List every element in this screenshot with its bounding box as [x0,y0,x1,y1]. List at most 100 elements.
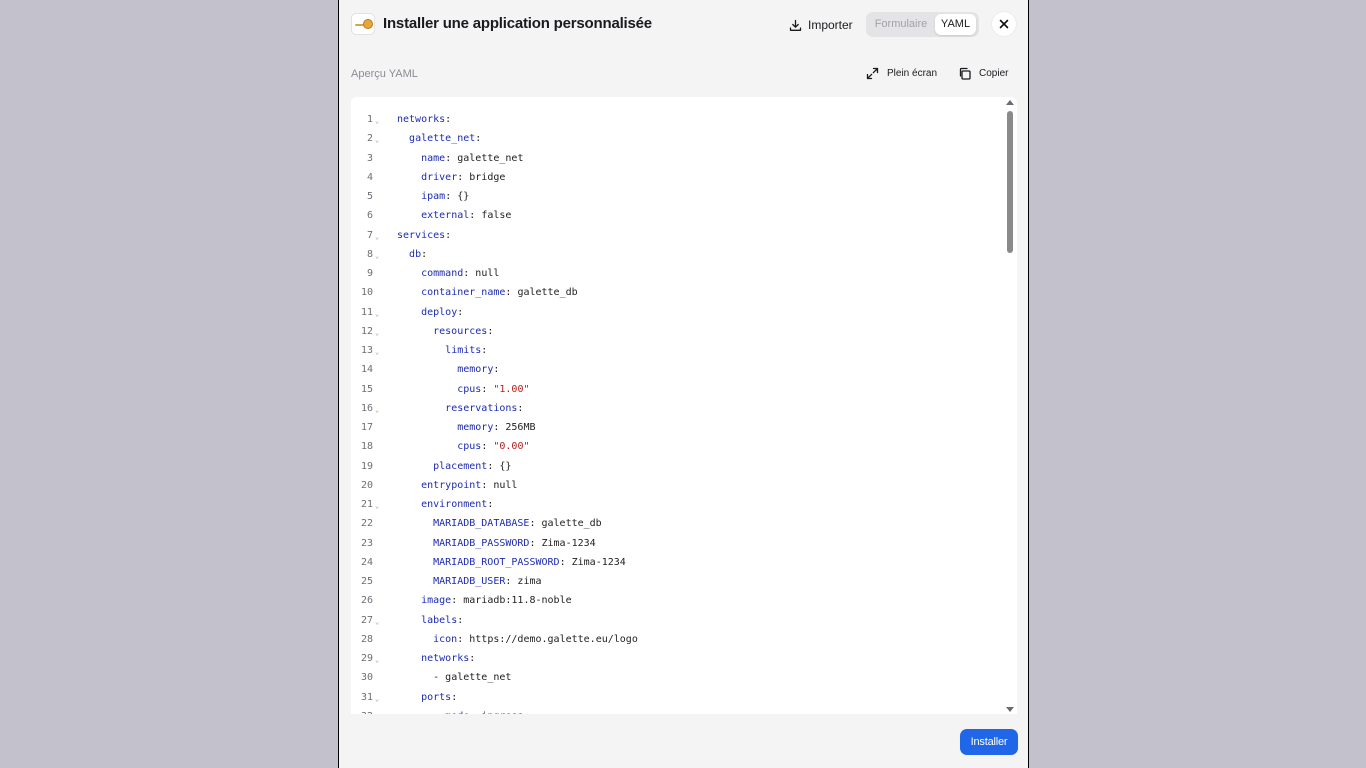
yaml-key: MARIADB_PASSWORD [433,537,530,549]
yaml-separator: : [451,595,464,607]
code-text: cpus: "0.00" [397,437,529,456]
yaml-value: https://demo.galette.eu/logo [469,633,638,645]
fold-chevron-icon[interactable]: ⌄ [375,651,379,670]
line-number: 24 [360,556,373,568]
import-button[interactable]: Importer [789,14,853,36]
fold-chevron-icon[interactable]: ⌄ [375,497,379,516]
code-text: entrypoint: null [397,476,517,495]
line-number: 26 [360,595,373,607]
code-text: memory: 256MB [397,418,535,437]
install-button[interactable]: Installer [960,729,1018,755]
code-text: ports: [397,688,457,707]
yaml-key: MARIADB_DATABASE [433,518,530,530]
yaml-separator: : [505,576,518,587]
code-text: deploy: [397,303,463,322]
yaml-editor[interactable]: 1 ⌄ networks: 2 ⌄ galette_net: 3 name: galett… [351,97,1017,714]
yaml-key: services [397,229,446,241]
yaml-key: networks [397,114,446,125]
fold-chevron-icon[interactable]: ⌄ [375,401,379,420]
yaml-key: container_name [421,287,506,299]
code-text: resources: [397,322,493,341]
yaml-separator: : [469,653,476,664]
scrollbar-thumb[interactable] [1007,111,1013,253]
yaml-key: icon [433,633,458,645]
yaml-separator: : [457,306,464,318]
code-text: icon: https://demo.galette.eu/logo [397,630,638,649]
yaml-separator: : [529,518,542,530]
yaml-value: Zima-1234 [571,556,626,568]
yaml-key: external [421,210,470,222]
yaml-value: null [493,479,518,491]
code-text: limits: [397,341,487,360]
dialog-title: Installer une application personnalisée [383,15,652,32]
yaml-value: Zima-1234 [541,537,596,549]
yaml-separator: : [559,556,572,568]
yaml-separator: : [445,191,458,202]
code-text: MARIADB_USER: zima [397,572,541,591]
tab-formulaire[interactable]: Formulaire [868,14,934,35]
yaml-key: reservations [445,402,518,414]
yaml-separator: : [487,460,500,472]
scroll-down-arrow[interactable] [1006,707,1014,712]
code-text: MARIADB_DATABASE: galette_db [397,514,602,533]
yaml-key: limits [445,345,482,356]
yaml-separator: : [493,364,500,376]
close-button[interactable] [992,12,1016,36]
line-number: 13 [360,345,373,356]
fold-chevron-icon[interactable]: ⌄ [375,228,379,247]
fold-chevron-icon[interactable]: ⌄ [375,324,379,343]
mode-switch: Formulaire YAML [866,12,979,37]
fold-chevron-icon[interactable]: ⌄ [375,131,379,150]
copy-button[interactable]: Copier [958,67,1008,80]
code-text: driver: bridge [397,168,505,187]
fold-chevron-icon[interactable]: ⌄ [375,690,379,709]
fold-chevron-icon[interactable]: ⌄ [375,112,379,131]
tab-yaml[interactable]: YAML [935,14,976,35]
code-text: name: galette_net [397,149,523,168]
yaml-separator: : [445,114,452,125]
yaml-separator: : [457,171,470,183]
yaml-separator: : [421,248,428,260]
yaml-key: ports [421,691,452,703]
code-text: MARIADB_PASSWORD: Zima-1234 [397,534,596,553]
fold-chevron-icon[interactable]: ⌄ [375,305,379,324]
code-text: db: [397,245,427,264]
line-number: 15 [360,383,373,395]
yaml-key: placement [433,460,488,472]
code-text: memory: [397,360,499,379]
scroll-up-arrow[interactable] [1006,100,1014,105]
yaml-key: db [409,248,422,260]
fullscreen-button[interactable]: Plein écran [866,67,937,80]
yaml-separator: : [481,441,494,453]
line-number: 19 [360,460,373,472]
yaml-separator: : [469,711,481,714]
close-icon [999,19,1009,29]
code-text: external: false [397,206,511,225]
line-number: 31 [360,691,373,703]
fold-chevron-icon[interactable]: ⌄ [375,613,379,632]
yaml-separator: : [445,152,458,164]
yaml-separator: : [487,499,494,510]
yaml-value: {} [499,460,512,472]
code-text: placement: {} [397,457,511,476]
yaml-separator: : [457,633,470,645]
yaml-key: galette_net [409,133,476,145]
line-number: 5 [366,191,373,202]
code-text: labels: [397,611,463,630]
line-number: 30 [360,672,373,684]
copy-label: Copier [979,68,1009,79]
yaml-key: name [421,152,446,164]
fold-chevron-icon[interactable]: ⌄ [375,343,379,362]
fold-chevron-icon[interactable]: ⌄ [375,247,379,266]
line-number: 20 [360,479,373,491]
line-number: 16 [360,402,373,414]
line-number: 21 [360,499,373,510]
yaml-key: networks [421,653,470,664]
code-text: mode: ingress [397,707,523,714]
line-number: 4 [366,171,373,183]
yaml-separator: : [517,402,524,414]
yaml-key: memory [457,422,494,433]
line-number: 6 [366,210,373,222]
yaml-value: galette_net [457,152,524,164]
line-number: 14 [360,364,373,376]
